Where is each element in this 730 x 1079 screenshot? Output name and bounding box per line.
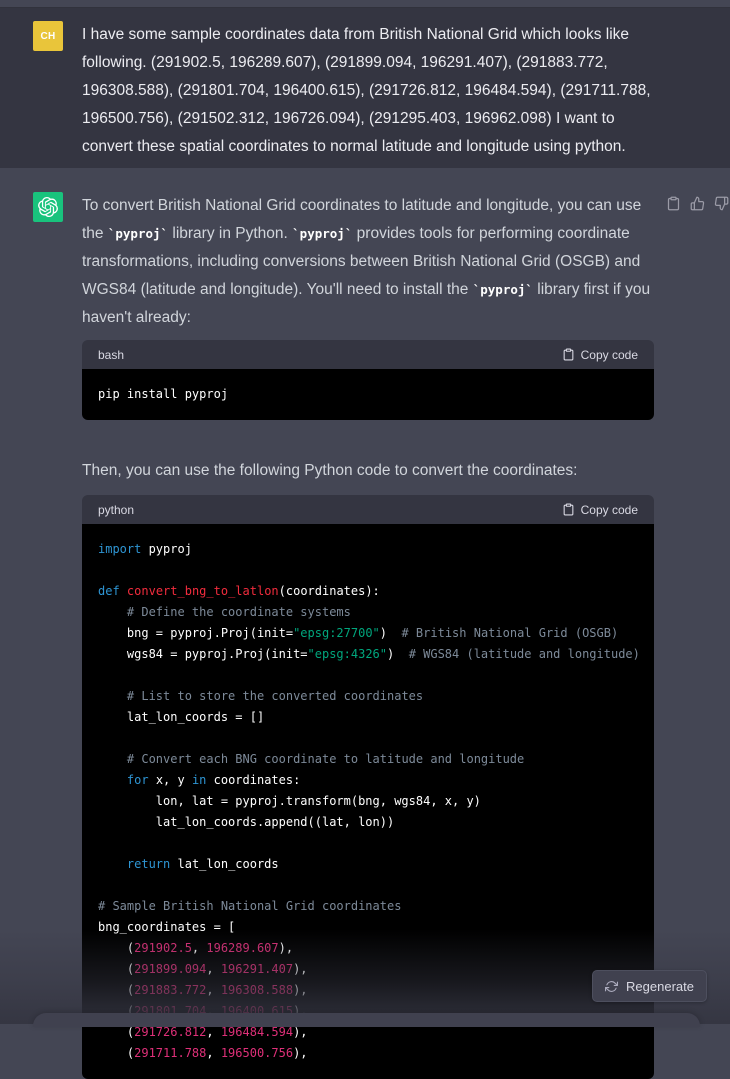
openai-logo-icon <box>38 197 58 217</box>
regenerate-label: Regenerate <box>626 979 694 994</box>
refresh-icon <box>605 980 618 993</box>
code-block-header: bash Copy code <box>82 340 654 369</box>
copy-code-button[interactable]: Copy code <box>562 348 638 362</box>
copy-message-button[interactable] <box>666 195 681 211</box>
code-block-bash: bash Copy code pip install pyproj <box>82 340 654 420</box>
thumbs-down-icon <box>714 196 729 211</box>
code-language-label: python <box>98 503 134 517</box>
thumbs-up-icon <box>690 196 705 211</box>
assistant-message-row: To convert British National Grid coordin… <box>0 168 730 1079</box>
user-message-row: CH I have some sample coordinates data f… <box>0 8 730 168</box>
previous-message-edge <box>0 0 730 8</box>
code-content-python: import pyproj def convert_bng_to_latlon(… <box>82 524 654 1079</box>
thumbs-down-button[interactable] <box>714 195 729 211</box>
assistant-then-paragraph: Then, you can use the following Python c… <box>82 457 654 485</box>
chat-input-box[interactable] <box>33 1013 700 1027</box>
code-block-python: python Copy code import pyproj def conve… <box>82 495 654 1079</box>
code-language-label: bash <box>98 348 124 362</box>
code-content-bash: pip install pyproj <box>82 369 654 420</box>
assistant-avatar <box>33 192 63 222</box>
clipboard-icon <box>666 196 681 211</box>
code-block-header: python Copy code <box>82 495 654 524</box>
message-actions <box>666 195 729 211</box>
copy-code-label: Copy code <box>581 503 638 517</box>
copy-code-button[interactable]: Copy code <box>562 503 638 517</box>
clipboard-icon <box>562 503 575 516</box>
regenerate-button[interactable]: Regenerate <box>592 970 707 1002</box>
user-avatar: CH <box>33 21 63 51</box>
thumbs-up-button[interactable] <box>690 195 705 211</box>
copy-code-label: Copy code <box>581 348 638 362</box>
user-message-text: I have some sample coordinates data from… <box>82 21 654 161</box>
assistant-intro-paragraph: To convert British National Grid coordin… <box>82 192 654 332</box>
clipboard-icon <box>562 348 575 361</box>
